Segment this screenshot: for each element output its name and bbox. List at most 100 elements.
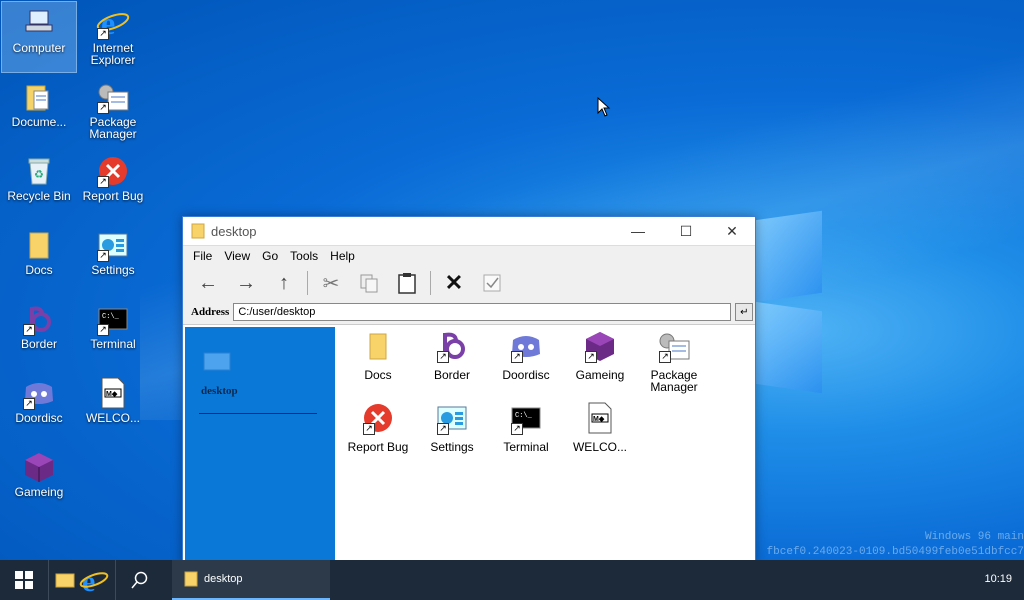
report-bug-icon: ↗ [95,154,131,188]
desktop-icon-terminal[interactable]: C:\_ ↗ Terminal [76,298,150,368]
toolbar: ← → ↑ ✂ ✕ [183,266,755,300]
shortcut-arrow-icon: ↗ [437,351,449,363]
file-package-manager[interactable]: ↗ Package Manager [637,329,711,393]
explorer-window[interactable]: desktop — ☐ ✕ File View Go Tools Help ← … [182,216,756,564]
svg-text:M◆: M◆ [593,416,605,423]
forward-arrow-icon[interactable]: → [227,268,265,298]
mouse-cursor-icon [597,97,611,117]
desktop-icon-internet-explorer[interactable]: e ↗ Internet Explorer [76,2,150,72]
cut-icon[interactable]: ✂ [312,268,350,298]
file-docs[interactable]: Docs [341,329,415,381]
doordisc-icon: ↗ [509,329,543,363]
folder-icon [184,571,198,587]
wallpaper-logo [748,206,828,396]
shortcut-arrow-icon: ↗ [97,250,109,262]
settings-icon: ↗ [95,228,131,262]
folder-icon[interactable] [55,571,75,589]
taskbar-task-label: desktop [204,573,243,585]
toolbar-divider [430,271,431,295]
address-label: Address [191,306,230,318]
quick-launch: e [49,560,115,600]
up-arrow-icon[interactable]: ↑ [265,268,303,298]
shortcut-arrow-icon: ↗ [97,324,109,336]
properties-icon[interactable] [473,268,511,298]
taskbar: e desktop 10:19 [0,560,1024,600]
back-arrow-icon[interactable]: ← [189,268,227,298]
file-border[interactable]: ↗ Border [415,329,489,381]
file-report-bug[interactable]: ↗ Report Bug [341,401,415,453]
recycle-bin-icon: ♻ [21,154,57,188]
desktop-icon-border[interactable]: ↗ Border [2,298,76,368]
documents-folder-icon [21,80,57,114]
file-gameing[interactable]: ↗ Gameing [563,329,637,381]
folder-icon [361,329,395,363]
markdown-file-icon: M◆ [583,401,617,435]
shortcut-arrow-icon: ↗ [23,324,35,336]
copy-icon[interactable] [350,268,388,298]
gameing-cube-icon: ↗ [583,329,617,363]
sidebar-divider [199,413,317,414]
desktop-icon-gameing[interactable]: Gameing [2,446,76,516]
maximize-button[interactable]: ☐ [663,217,709,245]
close-button[interactable]: ✕ [709,217,755,245]
desktop-icon-package-manager[interactable]: ↗ Package Manager [76,76,150,146]
watermark-line2: fbcef0.240023-0109.bd50499feb0e51dbfcc7 [766,546,1024,558]
desktop-icon-doordisc[interactable]: ↗ Doordisc [2,372,76,442]
toolbar-divider [307,271,308,295]
border-icon: ↗ [21,302,57,336]
clock[interactable]: 10:19 [984,573,1012,585]
file-welcome[interactable]: M◆ WELCO... [563,401,637,453]
settings-icon: ↗ [435,401,469,435]
file-terminal[interactable]: C:\_ ↗ Terminal [489,401,563,453]
folder-blue-icon [203,352,231,371]
svg-text:C:\_: C:\_ [102,313,120,321]
shortcut-arrow-icon: ↗ [511,351,523,363]
shortcut-arrow-icon: ↗ [97,28,109,40]
gameing-cube-icon [21,450,57,484]
address-input[interactable] [233,303,732,321]
minimize-button[interactable]: — [615,217,661,245]
menu-go[interactable]: Go [256,249,284,263]
package-manager-icon: ↗ [95,80,131,114]
go-arrow-icon[interactable]: ↵ [735,303,754,321]
report-bug-icon: ↗ [361,401,395,435]
shortcut-arrow-icon: ↗ [585,351,597,363]
folder-icon [191,223,205,239]
desktop-icon-welcome[interactable]: M◆ WELCO... [76,372,150,442]
desktop-icon-settings[interactable]: ↗ Settings [76,224,150,294]
menu-file[interactable]: File [187,249,218,263]
file-doordisc[interactable]: ↗ Doordisc [489,329,563,381]
menu-help[interactable]: Help [324,249,361,263]
terminal-icon: C:\_ ↗ [509,401,543,435]
desktop-icon-computer[interactable]: Computer [1,1,77,73]
doordisc-icon: ↗ [21,376,57,410]
desktop-icon-recycle-bin[interactable]: ♻ Recycle Bin [2,150,76,220]
folder-icon [21,228,57,262]
computer-icon [21,6,57,40]
markdown-file-icon: M◆ [95,376,131,410]
file-settings[interactable]: ↗ Settings [415,401,489,453]
shortcut-arrow-icon: ↗ [23,398,35,410]
menu-view[interactable]: View [218,249,256,263]
search-icon[interactable] [116,560,164,600]
package-manager-icon: ↗ [657,329,691,363]
svg-text:C:\_: C:\_ [515,412,533,420]
svg-text:♻: ♻ [34,169,44,181]
paste-icon[interactable] [388,268,426,298]
shortcut-arrow-icon: ↗ [511,423,523,435]
desktop-icon-report-bug[interactable]: ↗ Report Bug [76,150,150,220]
window-title: desktop [211,223,257,239]
windows-logo-icon [15,571,33,589]
internet-explorer-icon: e ↗ [95,6,131,40]
terminal-icon: C:\_ ↗ [95,302,131,336]
desktop-icon-docs[interactable]: Docs [2,224,76,294]
delete-icon[interactable]: ✕ [435,268,473,298]
taskbar-task-desktop[interactable]: desktop [172,560,330,600]
menu-tools[interactable]: Tools [284,249,324,263]
desktop-icon-documents[interactable]: Docume... [2,76,76,146]
shortcut-arrow-icon: ↗ [97,176,109,188]
shortcut-arrow-icon: ↗ [97,102,109,114]
watermark-line1: Windows 96 main [924,531,1024,543]
start-button[interactable] [0,560,48,600]
internet-explorer-icon[interactable]: e [79,565,109,595]
